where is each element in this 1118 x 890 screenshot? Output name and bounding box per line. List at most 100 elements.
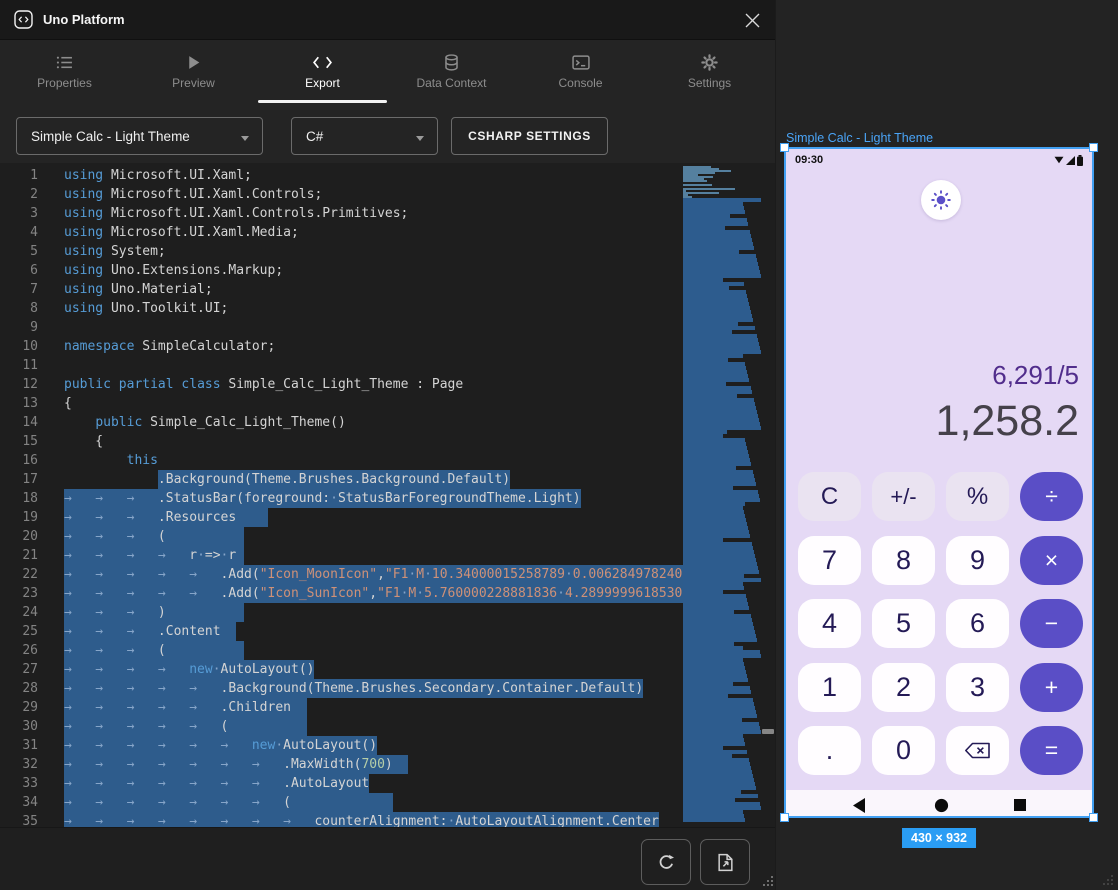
selection-handle[interactable]	[1089, 813, 1098, 822]
minimap[interactable]	[683, 163, 761, 827]
signal-icon	[1066, 156, 1075, 165]
calc-button-C[interactable]: C	[798, 472, 861, 521]
code-line: 27→ → → → new·AutoLayout()	[0, 660, 683, 679]
code-lines[interactable]: 1using Microsoft.UI.Xaml;2using Microsof…	[0, 163, 683, 827]
calc-button-−[interactable]: −	[1020, 599, 1083, 648]
selection-handle[interactable]	[780, 143, 789, 152]
status-icons	[1054, 155, 1083, 166]
code-line: 2using Microsoft.UI.Xaml.Controls;	[0, 185, 683, 204]
editor-scrollbar[interactable]	[761, 163, 775, 827]
code-line: 34→ → → → → → → (	[0, 793, 683, 812]
code-line: 4using Microsoft.UI.Xaml.Media;	[0, 223, 683, 242]
line-number: 33	[0, 774, 38, 793]
calc-button-2[interactable]: 2	[872, 663, 935, 712]
nav-back-icon[interactable]	[846, 790, 872, 816]
tab-settings[interactable]: Settings	[645, 40, 774, 103]
scrollbar-thumb[interactable]	[762, 729, 774, 734]
code-line: 14 public Simple_Calc_Light_Theme()	[0, 413, 683, 432]
refresh-button[interactable]	[641, 839, 691, 885]
calc-button-+[interactable]: +	[1020, 663, 1083, 712]
calc-button-5[interactable]: 5	[872, 599, 935, 648]
calc-display: 6,291/5 1,258.2	[936, 360, 1079, 446]
code-line: 23→ → → → → .Add("Icon_SunIcon","F1·M·5.…	[0, 584, 683, 603]
canvas-size-badge: 430 × 932	[902, 828, 976, 848]
line-number: 29	[0, 698, 38, 717]
code-line: 22→ → → → → .Add("Icon_MoonIcon","F1·M·1…	[0, 565, 683, 584]
code-line: 8using Uno.Toolkit.UI;	[0, 299, 683, 318]
export-icon	[312, 53, 333, 71]
code-line: 18→ → → .StatusBar(foreground:·StatusBar…	[0, 489, 683, 508]
code-line: 10namespace SimpleCalculator;	[0, 337, 683, 356]
tab-export[interactable]: Export	[258, 40, 387, 103]
battery-icon	[1077, 155, 1083, 166]
resize-grip-icon[interactable]	[1101, 873, 1115, 887]
calc-button-×[interactable]: ×	[1020, 536, 1083, 585]
nav-recents-icon[interactable]	[1007, 790, 1033, 816]
line-number: 16	[0, 451, 38, 470]
selection-handle[interactable]	[1089, 143, 1098, 152]
resize-grip-icon[interactable]	[761, 874, 775, 888]
line-number: 5	[0, 242, 38, 261]
line-number: 18	[0, 489, 38, 508]
phone-nav-bar	[786, 790, 1092, 816]
code-line: 25→ → → .Content	[0, 622, 683, 641]
console-icon	[572, 53, 590, 71]
export-file-button[interactable]	[700, 839, 750, 885]
code-line: 20→ → → (	[0, 527, 683, 546]
line-number: 31	[0, 736, 38, 755]
tab-label: Export	[305, 76, 340, 90]
calc-button-4[interactable]: 4	[798, 599, 861, 648]
project-select[interactable]: Simple Calc - Light Theme	[16, 117, 263, 155]
calc-button-%[interactable]: %	[946, 472, 1009, 521]
calc-button-=[interactable]: =	[1020, 726, 1083, 775]
chevron-down-icon	[241, 129, 249, 144]
calc-button-6[interactable]: 6	[946, 599, 1009, 648]
nav-home-icon[interactable]	[928, 790, 954, 816]
code-line: 21→ → → → r·=>·r	[0, 546, 683, 565]
line-number: 27	[0, 660, 38, 679]
line-number: 22	[0, 565, 38, 584]
line-number: 7	[0, 280, 38, 299]
calc-button-+/-[interactable]: +/-	[872, 472, 935, 521]
calc-button-9[interactable]: 9	[946, 536, 1009, 585]
settings-icon	[701, 53, 718, 71]
code-line: 7using Uno.Material;	[0, 280, 683, 299]
code-line: 5using System;	[0, 242, 683, 261]
close-icon[interactable]	[744, 12, 761, 29]
calc-expression: 6,291/5	[936, 360, 1079, 391]
line-number: 19	[0, 508, 38, 527]
calc-button-÷[interactable]: ÷	[1020, 472, 1083, 521]
tab-properties[interactable]: Properties	[0, 40, 129, 103]
calc-button-backspace[interactable]	[946, 726, 1009, 775]
code-line: 15 {	[0, 432, 683, 451]
canvas-label[interactable]: Simple Calc - Light Theme	[786, 131, 933, 145]
uno-platform-window: Uno Platform PropertiesPreviewExportData…	[0, 0, 775, 890]
code-line: 12public partial class Simple_Calc_Light…	[0, 375, 683, 394]
line-number: 14	[0, 413, 38, 432]
phone-canvas[interactable]: 09:30	[784, 147, 1094, 818]
code-line: 28→ → → → → .Background(Theme.Brushes.Se…	[0, 679, 683, 698]
code-editor: 1using Microsoft.UI.Xaml;2using Microsof…	[0, 163, 775, 827]
line-number: 9	[0, 318, 38, 337]
tab-preview[interactable]: Preview	[129, 40, 258, 103]
calc-button-3[interactable]: 3	[946, 663, 1009, 712]
theme-toggle-button[interactable]	[921, 180, 961, 220]
calc-button-0[interactable]: 0	[872, 726, 935, 775]
code-line: 35→ → → → → → → → counterAlignment:·Auto…	[0, 812, 683, 827]
calc-button-7[interactable]: 7	[798, 536, 861, 585]
calc-button-1[interactable]: 1	[798, 663, 861, 712]
tab-console[interactable]: Console	[516, 40, 645, 103]
line-number: 10	[0, 337, 38, 356]
calc-button-.[interactable]: .	[798, 726, 861, 775]
csharp-settings-button[interactable]: CSHARP SETTINGS	[451, 117, 608, 155]
code-line: 29→ → → → → .Children	[0, 698, 683, 717]
code-line: 16 this	[0, 451, 683, 470]
line-number: 13	[0, 394, 38, 413]
calc-button-8[interactable]: 8	[872, 536, 935, 585]
tab-data-context[interactable]: Data Context	[387, 40, 516, 103]
line-number: 4	[0, 223, 38, 242]
line-number: 2	[0, 185, 38, 204]
line-number: 35	[0, 812, 38, 827]
selection-handle[interactable]	[780, 813, 789, 822]
language-select[interactable]: C#	[291, 117, 438, 155]
